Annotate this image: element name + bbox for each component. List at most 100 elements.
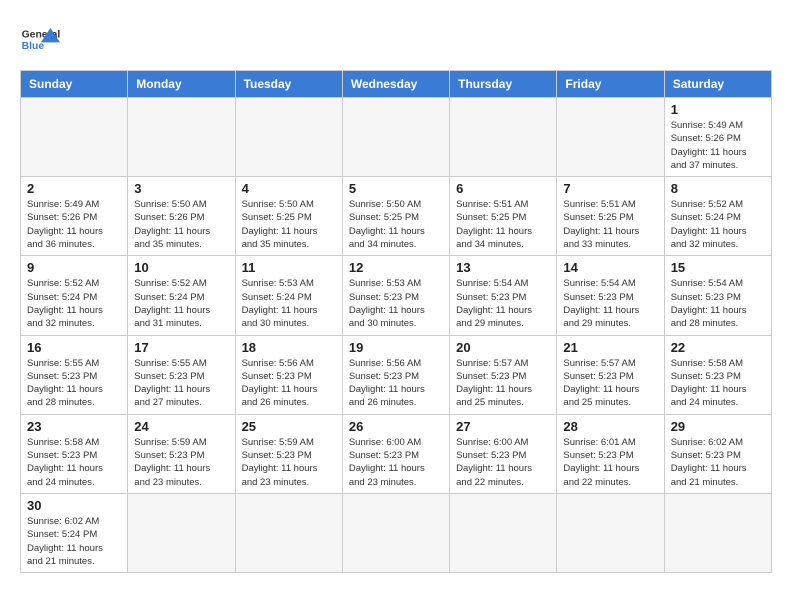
weekday-header-thursday: Thursday	[450, 71, 557, 98]
day-number: 6	[456, 181, 550, 196]
day-number: 16	[27, 340, 121, 355]
day-number: 21	[563, 340, 657, 355]
day-info: Sunrise: 6:00 AMSunset: 5:23 PMDaylight:…	[349, 436, 443, 489]
day-number: 2	[27, 181, 121, 196]
day-number: 30	[27, 498, 121, 513]
day-info: Sunrise: 5:54 AMSunset: 5:23 PMDaylight:…	[456, 277, 550, 330]
calendar-cell: 29Sunrise: 6:02 AMSunset: 5:23 PMDayligh…	[664, 414, 771, 493]
weekday-header-wednesday: Wednesday	[342, 71, 449, 98]
weekday-header-sunday: Sunday	[21, 71, 128, 98]
logo: General Blue	[20, 20, 60, 60]
day-info: Sunrise: 5:57 AMSunset: 5:23 PMDaylight:…	[563, 357, 657, 410]
day-number: 15	[671, 260, 765, 275]
day-info: Sunrise: 5:51 AMSunset: 5:25 PMDaylight:…	[456, 198, 550, 251]
calendar-cell: 4Sunrise: 5:50 AMSunset: 5:25 PMDaylight…	[235, 177, 342, 256]
calendar-cell	[342, 493, 449, 572]
day-info: Sunrise: 5:50 AMSunset: 5:25 PMDaylight:…	[349, 198, 443, 251]
day-info: Sunrise: 5:58 AMSunset: 5:23 PMDaylight:…	[671, 357, 765, 410]
day-info: Sunrise: 5:56 AMSunset: 5:23 PMDaylight:…	[242, 357, 336, 410]
day-number: 23	[27, 419, 121, 434]
calendar-cell	[128, 493, 235, 572]
day-number: 11	[242, 260, 336, 275]
calendar-cell: 7 Sunrise: 5:51 AMSunset: 5:25 PMDaylight…	[557, 177, 664, 256]
calendar-cell: 30 Sunrise: 6:02 AMSunset: 5:24 PMDayligh…	[21, 493, 128, 572]
calendar-cell: 13 Sunrise: 5:54 AMSunset: 5:23 PMDayligh…	[450, 256, 557, 335]
day-info: Sunrise: 5:53 AMSunset: 5:24 PMDaylight:…	[242, 277, 336, 330]
day-number: 9	[27, 260, 121, 275]
calendar-week-row: 2Sunrise: 5:49 AMSunset: 5:26 PMDaylight…	[21, 177, 772, 256]
day-info: Sunrise: 5:55 AMSunset: 5:23 PMDaylight:…	[27, 357, 121, 410]
calendar-cell: 1 Sunrise: 5:49 AMSunset: 5:26 PMDaylight…	[664, 98, 771, 177]
calendar-cell	[450, 493, 557, 572]
calendar-cell: 5Sunrise: 5:50 AMSunset: 5:25 PMDaylight…	[342, 177, 449, 256]
calendar-cell	[235, 98, 342, 177]
calendar-cell: 12 Sunrise: 5:53 AMSunset: 5:23 PMDayligh…	[342, 256, 449, 335]
calendar-cell: 19 Sunrise: 5:56 AMSunset: 5:23 PMDayligh…	[342, 335, 449, 414]
calendar-cell: 20Sunrise: 5:57 AMSunset: 5:23 PMDayligh…	[450, 335, 557, 414]
calendar-cell: 10 Sunrise: 5:52 AMSunset: 5:24 PMDayligh…	[128, 256, 235, 335]
day-info: Sunrise: 5:58 AMSunset: 5:23 PMDaylight:…	[27, 436, 121, 489]
day-info: Sunrise: 5:51 AMSunset: 5:25 PMDaylight:…	[563, 198, 657, 251]
day-info: Sunrise: 5:49 AMSunset: 5:26 PMDaylight:…	[671, 119, 765, 172]
calendar-cell	[557, 493, 664, 572]
day-number: 26	[349, 419, 443, 434]
weekday-header-tuesday: Tuesday	[235, 71, 342, 98]
day-info: Sunrise: 5:50 AMSunset: 5:25 PMDaylight:…	[242, 198, 336, 251]
day-number: 27	[456, 419, 550, 434]
day-number: 1	[671, 102, 765, 117]
weekday-header-saturday: Saturday	[664, 71, 771, 98]
calendar-cell: 21 Sunrise: 5:57 AMSunset: 5:23 PMDayligh…	[557, 335, 664, 414]
day-number: 18	[242, 340, 336, 355]
day-info: Sunrise: 5:54 AMSunset: 5:23 PMDaylight:…	[563, 277, 657, 330]
day-number: 22	[671, 340, 765, 355]
day-info: Sunrise: 5:53 AMSunset: 5:23 PMDaylight:…	[349, 277, 443, 330]
day-number: 3	[134, 181, 228, 196]
calendar-cell: 14 Sunrise: 5:54 AMSunset: 5:23 PMDayligh…	[557, 256, 664, 335]
calendar-cell: 25Sunrise: 5:59 AMSunset: 5:23 PMDayligh…	[235, 414, 342, 493]
calendar-cell: 8 Sunrise: 5:52 AMSunset: 5:24 PMDaylight…	[664, 177, 771, 256]
day-number: 12	[349, 260, 443, 275]
calendar-cell: 28 Sunrise: 6:01 AMSunset: 5:23 PMDayligh…	[557, 414, 664, 493]
day-number: 24	[134, 419, 228, 434]
calendar-cell: 24 Sunrise: 5:59 AMSunset: 5:23 PMDayligh…	[128, 414, 235, 493]
calendar-cell: 6 Sunrise: 5:51 AMSunset: 5:25 PMDaylight…	[450, 177, 557, 256]
day-info: Sunrise: 5:56 AMSunset: 5:23 PMDaylight:…	[349, 357, 443, 410]
calendar-cell: 15Sunrise: 5:54 AMSunset: 5:23 PMDayligh…	[664, 256, 771, 335]
day-number: 10	[134, 260, 228, 275]
calendar-cell: 11 Sunrise: 5:53 AMSunset: 5:24 PMDayligh…	[235, 256, 342, 335]
day-number: 19	[349, 340, 443, 355]
day-info: Sunrise: 5:55 AMSunset: 5:23 PMDaylight:…	[134, 357, 228, 410]
day-info: Sunrise: 5:52 AMSunset: 5:24 PMDaylight:…	[134, 277, 228, 330]
day-number: 28	[563, 419, 657, 434]
calendar-cell	[128, 98, 235, 177]
calendar-week-row: 23 Sunrise: 5:58 AMSunset: 5:23 PMDayligh…	[21, 414, 772, 493]
day-info: Sunrise: 6:00 AMSunset: 5:23 PMDaylight:…	[456, 436, 550, 489]
day-info: Sunrise: 5:57 AMSunset: 5:23 PMDaylight:…	[456, 357, 550, 410]
svg-text:Blue: Blue	[22, 41, 45, 52]
calendar-cell: 18 Sunrise: 5:56 AMSunset: 5:23 PMDayligh…	[235, 335, 342, 414]
calendar-cell: 3 Sunrise: 5:50 AMSunset: 5:26 PMDaylight…	[128, 177, 235, 256]
day-number: 7	[563, 181, 657, 196]
calendar-cell: 26 Sunrise: 6:00 AMSunset: 5:23 PMDayligh…	[342, 414, 449, 493]
calendar-cell: 16 Sunrise: 5:55 AMSunset: 5:23 PMDayligh…	[21, 335, 128, 414]
day-number: 8	[671, 181, 765, 196]
calendar-week-row: 1 Sunrise: 5:49 AMSunset: 5:26 PMDaylight…	[21, 98, 772, 177]
calendar-week-row: 16 Sunrise: 5:55 AMSunset: 5:23 PMDayligh…	[21, 335, 772, 414]
calendar-week-row: 9 Sunrise: 5:52 AMSunset: 5:24 PMDaylight…	[21, 256, 772, 335]
day-number: 13	[456, 260, 550, 275]
calendar-cell: 2Sunrise: 5:49 AMSunset: 5:26 PMDaylight…	[21, 177, 128, 256]
day-info: Sunrise: 5:50 AMSunset: 5:26 PMDaylight:…	[134, 198, 228, 251]
calendar-cell	[235, 493, 342, 572]
day-number: 25	[242, 419, 336, 434]
day-info: Sunrise: 5:59 AMSunset: 5:23 PMDaylight:…	[134, 436, 228, 489]
weekday-header-monday: Monday	[128, 71, 235, 98]
day-info: Sunrise: 6:02 AMSunset: 5:24 PMDaylight:…	[27, 515, 121, 568]
day-info: Sunrise: 5:52 AMSunset: 5:24 PMDaylight:…	[671, 198, 765, 251]
calendar-cell	[450, 98, 557, 177]
weekday-header-friday: Friday	[557, 71, 664, 98]
day-info: Sunrise: 6:01 AMSunset: 5:23 PMDaylight:…	[563, 436, 657, 489]
day-number: 14	[563, 260, 657, 275]
calendar-cell: 23 Sunrise: 5:58 AMSunset: 5:23 PMDayligh…	[21, 414, 128, 493]
day-info: Sunrise: 6:02 AMSunset: 5:23 PMDaylight:…	[671, 436, 765, 489]
calendar-cell: 22 Sunrise: 5:58 AMSunset: 5:23 PMDayligh…	[664, 335, 771, 414]
